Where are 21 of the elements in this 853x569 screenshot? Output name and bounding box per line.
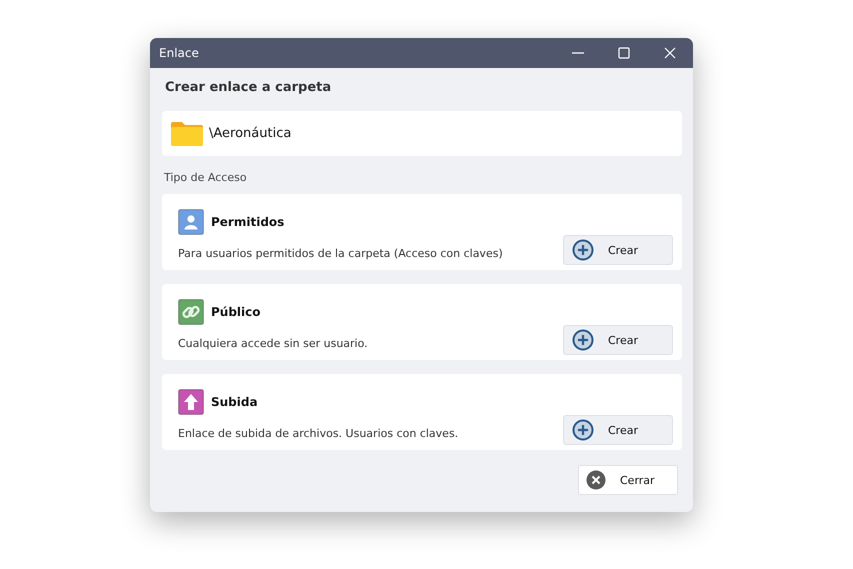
folder-icon bbox=[171, 121, 203, 146]
maximize-icon bbox=[617, 46, 631, 60]
access-type-title: Permitidos bbox=[211, 215, 284, 229]
create-button[interactable]: Crear bbox=[563, 415, 673, 445]
section-label: Tipo de Acceso bbox=[164, 171, 248, 186]
plus-icon bbox=[572, 419, 594, 441]
dialog-heading: Crear enlace a carpeta bbox=[164, 80, 332, 97]
access-type-description: Para usuarios permitidos de la carpeta (Acceso con claves) bbox=[178, 247, 503, 260]
window-title: Enlace bbox=[158, 46, 199, 60]
close-icon bbox=[663, 46, 677, 60]
close-icon bbox=[586, 470, 606, 490]
create-button[interactable]: Crear bbox=[563, 325, 673, 355]
access-type-title: Público bbox=[211, 305, 261, 319]
access-type-description: Cualquiera accede sin ser usuario. bbox=[178, 337, 368, 350]
access-type-description: Enlace de subida de archivos. Usuarios con claves. bbox=[178, 427, 458, 440]
access-type-title: Subida bbox=[211, 395, 258, 409]
plus-icon bbox=[572, 329, 594, 351]
folder-path: \Aeronáutica bbox=[209, 126, 292, 141]
create-button[interactable]: Crear bbox=[563, 235, 673, 265]
plus-icon bbox=[572, 239, 594, 261]
close-dialog-button[interactable]: Cerrar bbox=[578, 465, 678, 495]
